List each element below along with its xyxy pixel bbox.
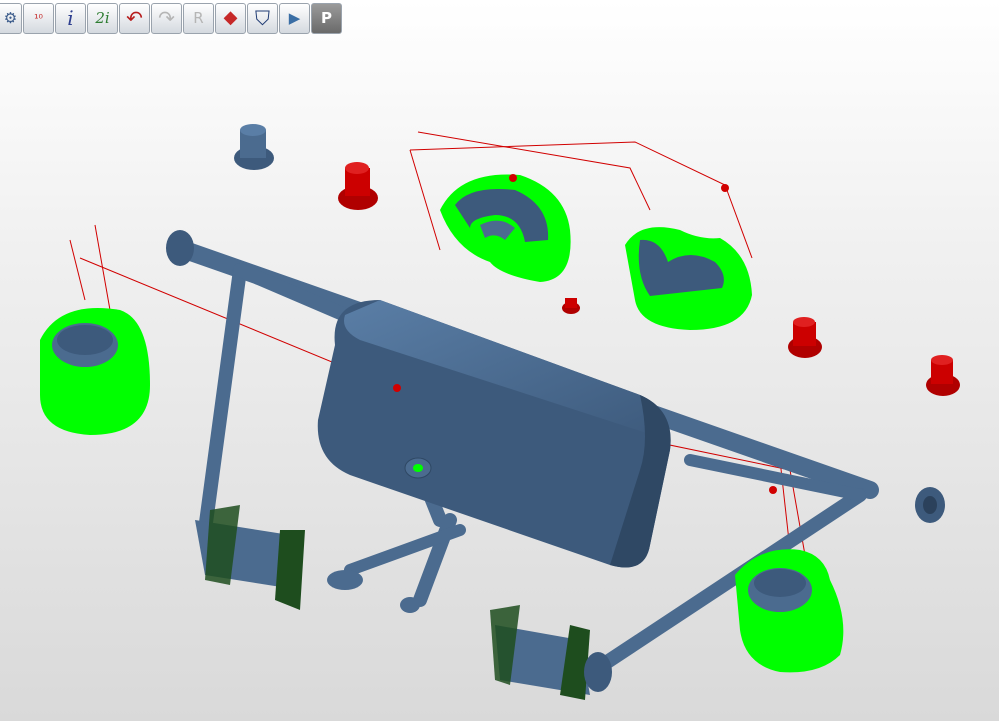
- highlight-pad-left: [40, 308, 150, 435]
- fixture-pin: [926, 355, 960, 396]
- highlight-pad-top-right: [625, 227, 752, 330]
- 3d-viewport[interactable]: [0, 0, 999, 721]
- highlight-pad-top-left: [440, 174, 571, 282]
- fixture-pin: [788, 317, 822, 358]
- fixture-pin: [338, 162, 378, 210]
- fixture-pin: [562, 298, 580, 314]
- highlight-pad-bottom-right: [735, 549, 844, 673]
- bracket-left: [195, 505, 305, 610]
- tank-body: [317, 300, 671, 568]
- blue-fixture-pin: [234, 124, 274, 170]
- bracket-right: [490, 605, 612, 700]
